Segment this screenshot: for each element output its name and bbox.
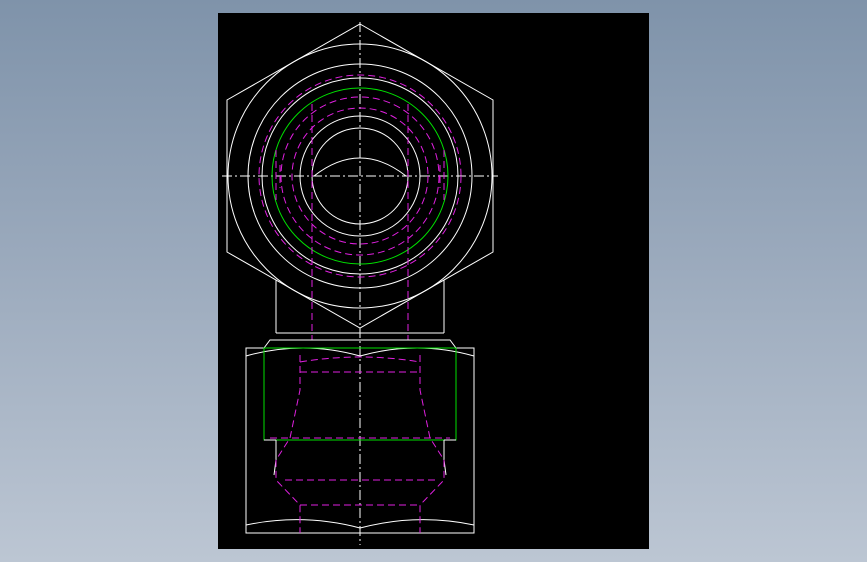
hidden-profile-left	[275, 355, 301, 533]
cad-drawing	[222, 22, 498, 545]
front-view	[245, 347, 475, 534]
lower-taper-left	[273, 440, 277, 476]
top-view	[222, 22, 498, 545]
hidden-profile-right	[419, 355, 445, 533]
lower-taper-right	[443, 440, 447, 476]
